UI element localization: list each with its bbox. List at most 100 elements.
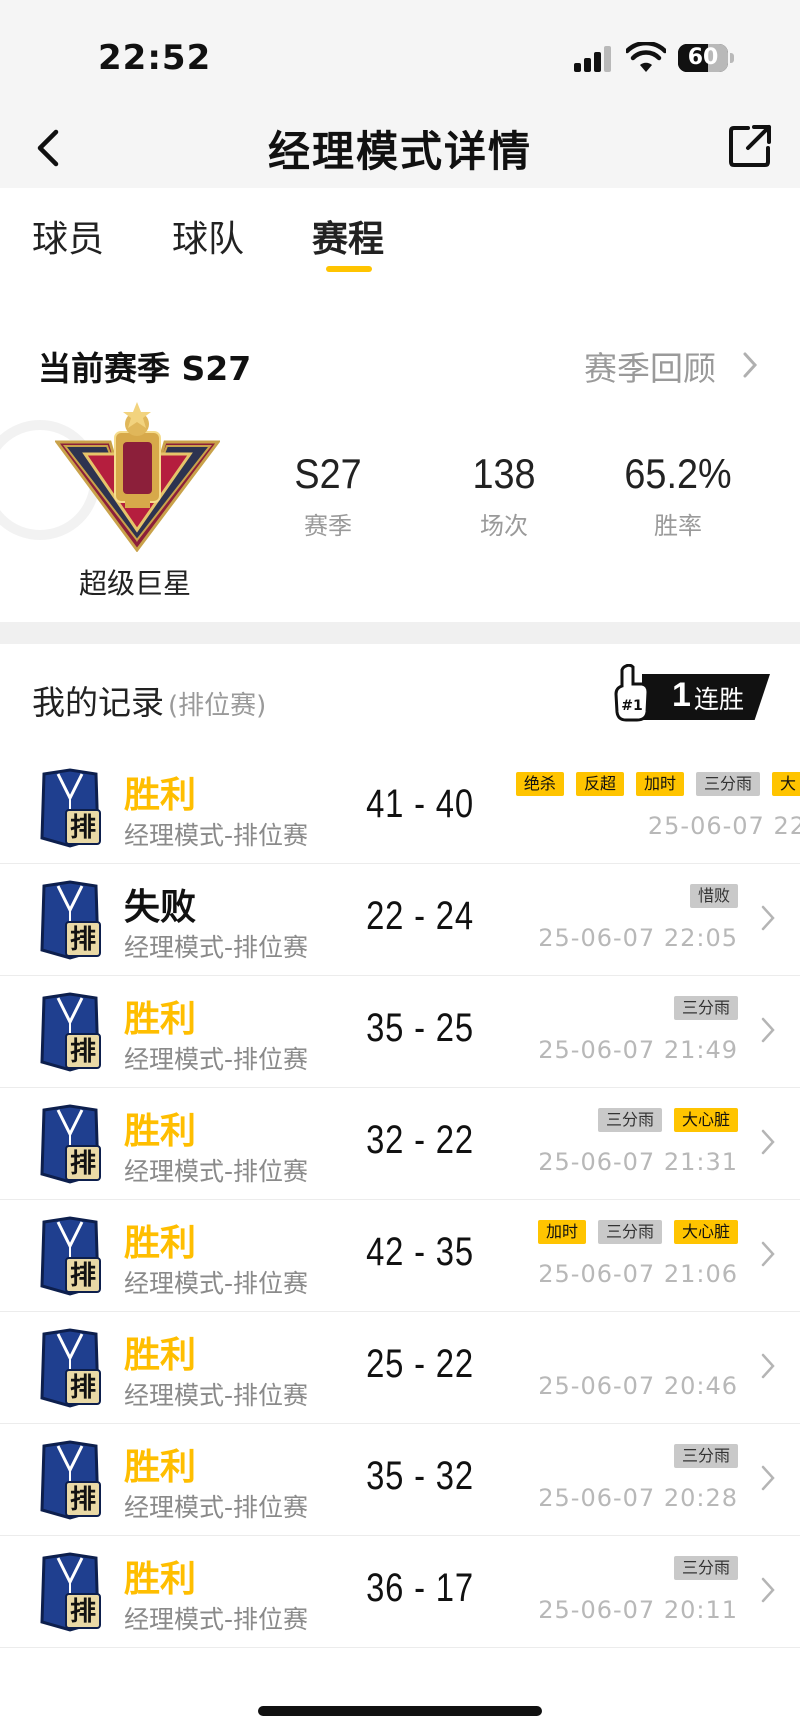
rank-badge-icon: [55, 402, 220, 552]
match-score: 36 - 17: [366, 1566, 474, 1610]
match-result: 胜利: [124, 1111, 197, 1152]
tab-team[interactable]: 球队: [172, 210, 244, 262]
match-tag: 大: [771, 772, 800, 796]
match-score: 32 - 22: [366, 1118, 474, 1162]
mode-icon-label: 排: [70, 1149, 96, 1179]
match-result: 胜利: [124, 775, 197, 816]
active-tab-indicator: [326, 266, 372, 272]
chevron-right-icon[interactable]: [760, 1128, 776, 1156]
match-tag: 惜败: [689, 884, 738, 908]
match-mode: 经理模式-排位赛: [124, 1605, 309, 1634]
match-tags: 加时 三分雨 大心脏: [537, 1220, 738, 1244]
stat-value: 138: [472, 450, 536, 497]
match-result: 胜利: [124, 1223, 197, 1264]
match-time: 25-06-07 22:05: [538, 924, 738, 952]
match-tag: 三分雨: [673, 1444, 738, 1468]
ranked-mode-icon: 排: [40, 768, 101, 848]
match-tags: 三分雨 大心脏: [597, 1108, 738, 1132]
tab-schedule[interactable]: 赛程: [312, 210, 384, 262]
match-score: 25 - 22: [366, 1342, 474, 1386]
match-record-row[interactable]: 排胜利 经理模式-排位赛 35 - 25 三分雨 25-06-07 21:49: [0, 976, 800, 1088]
match-tag: 三分雨: [597, 1108, 662, 1132]
battery-level: 60: [687, 45, 719, 70]
mode-icon-label: 排: [70, 925, 96, 955]
match-score: 22 - 24: [366, 894, 474, 938]
match-tag: 绝杀: [515, 772, 564, 796]
match-record-row[interactable]: 排胜利 经理模式-排位赛 25 - 22 25-06-07 20:46: [0, 1312, 800, 1424]
match-score: 41 - 40: [366, 782, 474, 826]
match-mode: 经理模式-排位赛: [124, 1045, 309, 1074]
match-record-row[interactable]: 排胜利经理模式-排位赛 32 - 22 三分雨 大心脏 25-06-07 21:31: [0, 1088, 800, 1200]
match-result: 胜利: [124, 999, 197, 1040]
ranked-mode-icon: 排: [40, 1104, 101, 1184]
ranked-mode-icon: 排: [40, 992, 101, 1072]
match-tags: 三分雨: [673, 996, 738, 1020]
chevron-right-icon[interactable]: [760, 1576, 776, 1604]
match-score: 35 - 25: [366, 1006, 474, 1050]
match-result: 胜利: [124, 1559, 197, 1600]
foam-finger-icon: #1: [614, 664, 650, 722]
svg-text:#1: #1: [621, 698, 642, 714]
match-record-row[interactable]: 排胜利经理模式-排位赛 36 - 17 三分雨 25-06-07 20:11: [0, 1536, 800, 1648]
match-tag: 三分雨: [597, 1220, 662, 1244]
match-tag: 加时: [537, 1220, 586, 1244]
match-time: 25-06-07 20:11: [538, 1596, 738, 1624]
match-mode: 经理模式-排位赛: [124, 1381, 309, 1410]
tab-players[interactable]: 球员: [32, 210, 104, 262]
current-season-card: 当前赛季 S27 赛季回顾 超级巨星 S27 赛季 138 场次 65.2% 胜…: [0, 330, 800, 620]
nav-header: 经理模式详情: [0, 110, 800, 188]
chevron-right-icon[interactable]: [740, 350, 760, 380]
match-mode: 经理模式-排位赛: [124, 1269, 309, 1298]
season-title: 当前赛季 S27: [38, 349, 252, 388]
match-tags: 三分雨: [673, 1444, 738, 1468]
home-indicator[interactable]: [258, 1706, 542, 1716]
match-tag: 大心脏: [673, 1108, 738, 1132]
match-tag: 大心脏: [673, 1220, 738, 1244]
match-score: 42 - 35: [366, 1230, 474, 1274]
mode-icon-label: 排: [70, 1485, 96, 1515]
status-time: 22:52: [98, 38, 212, 78]
match-time: 25-06-07 21:06: [538, 1260, 738, 1288]
match-tag: 三分雨: [673, 996, 738, 1020]
streak-count: 1: [672, 676, 691, 714]
match-record-row[interactable]: 排胜利 经理模式-排位赛 41 - 40 绝杀 反超 加时 三分雨大 25-06-07 22: [0, 752, 800, 864]
streak-label: 连胜: [694, 685, 745, 714]
match-record-row[interactable]: 排胜利 经理模式-排位赛 42 - 35 加时 三分雨 大心脏 25-06-07 21:06: [0, 1200, 800, 1312]
chevron-right-icon[interactable]: [760, 1352, 776, 1380]
match-mode: 经理模式-排位赛: [124, 933, 309, 962]
match-tag: 加时: [635, 772, 684, 796]
share-icon[interactable]: [726, 122, 774, 170]
mode-icon-label: 排: [70, 1373, 96, 1403]
chevron-right-icon[interactable]: [760, 1016, 776, 1044]
ranked-mode-icon: 排: [40, 880, 101, 960]
ranked-mode-icon: 排: [40, 1552, 101, 1632]
wifi-icon: [626, 42, 666, 72]
stat-value: 65.2%: [624, 450, 732, 497]
tab-bar: 球员 球队 赛程: [0, 188, 800, 278]
battery-tip: [730, 53, 734, 63]
stat-win-rate: 65.2% 胜率: [598, 450, 758, 541]
match-tags: 惜败: [689, 884, 738, 908]
match-record-row[interactable]: 排失败 经理模式-排位赛 22 - 24 惜败 25-06-07 22:05: [0, 864, 800, 976]
stat-label: 赛季: [304, 512, 352, 540]
stat-season: S27 赛季: [248, 450, 408, 541]
season-review-link[interactable]: 赛季回顾: [584, 342, 716, 390]
stat-label: 场次: [480, 512, 528, 540]
match-tags: 三分雨: [673, 1556, 738, 1580]
match-tag: 三分雨: [695, 772, 760, 796]
chevron-right-icon[interactable]: [760, 1240, 776, 1268]
records-title: 我的记录 (排位赛): [32, 676, 266, 724]
match-mode: 经理模式-排位赛: [124, 821, 309, 850]
records-subtitle: (排位赛): [168, 691, 267, 721]
battery-icon: 60: [678, 44, 728, 72]
match-mode: 经理模式-排位赛: [124, 1157, 309, 1186]
mode-icon-label: 排: [70, 813, 96, 843]
match-time: 25-06-07 21:31: [538, 1148, 738, 1176]
chevron-right-icon[interactable]: [760, 904, 776, 932]
match-time: 25-06-07 20:46: [538, 1372, 738, 1400]
rank-name: 超级巨星: [78, 567, 191, 600]
match-record-row[interactable]: 排胜利 经理模式-排位赛 35 - 32 三分雨 25-06-07 20:28: [0, 1424, 800, 1536]
stat-label: 胜率: [654, 512, 702, 540]
chevron-right-icon[interactable]: [760, 1464, 776, 1492]
section-divider: [0, 622, 800, 644]
